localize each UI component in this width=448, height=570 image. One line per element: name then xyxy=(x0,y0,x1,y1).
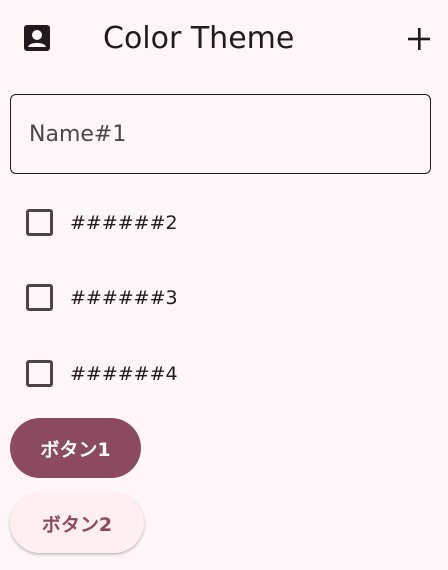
checkbox-row-3[interactable]: ######3 xyxy=(0,268,448,328)
checkbox-label-2: ######2 xyxy=(70,212,178,234)
name-field-label: Name#1 xyxy=(29,122,127,147)
add-button[interactable] xyxy=(402,22,436,56)
checkbox-3[interactable] xyxy=(26,284,53,311)
app-bar: Color Theme xyxy=(0,0,448,78)
checkbox-row-4[interactable]: ######4 xyxy=(0,344,448,404)
checkbox-4[interactable] xyxy=(26,360,53,387)
checkbox-label-3: ######3 xyxy=(70,287,178,309)
checkbox-label-4: ######4 xyxy=(70,363,178,385)
account-box-icon[interactable] xyxy=(22,23,52,53)
checkbox-2[interactable] xyxy=(26,209,53,236)
app-title: Color Theme xyxy=(103,21,295,56)
add-icon xyxy=(408,28,430,50)
button-2[interactable]: ボタン2 xyxy=(10,493,144,553)
checkbox-row-2[interactable]: ######2 xyxy=(0,193,448,253)
name-text-field[interactable]: Name#1 xyxy=(10,94,431,174)
button-1[interactable]: ボタン1 xyxy=(10,418,141,478)
